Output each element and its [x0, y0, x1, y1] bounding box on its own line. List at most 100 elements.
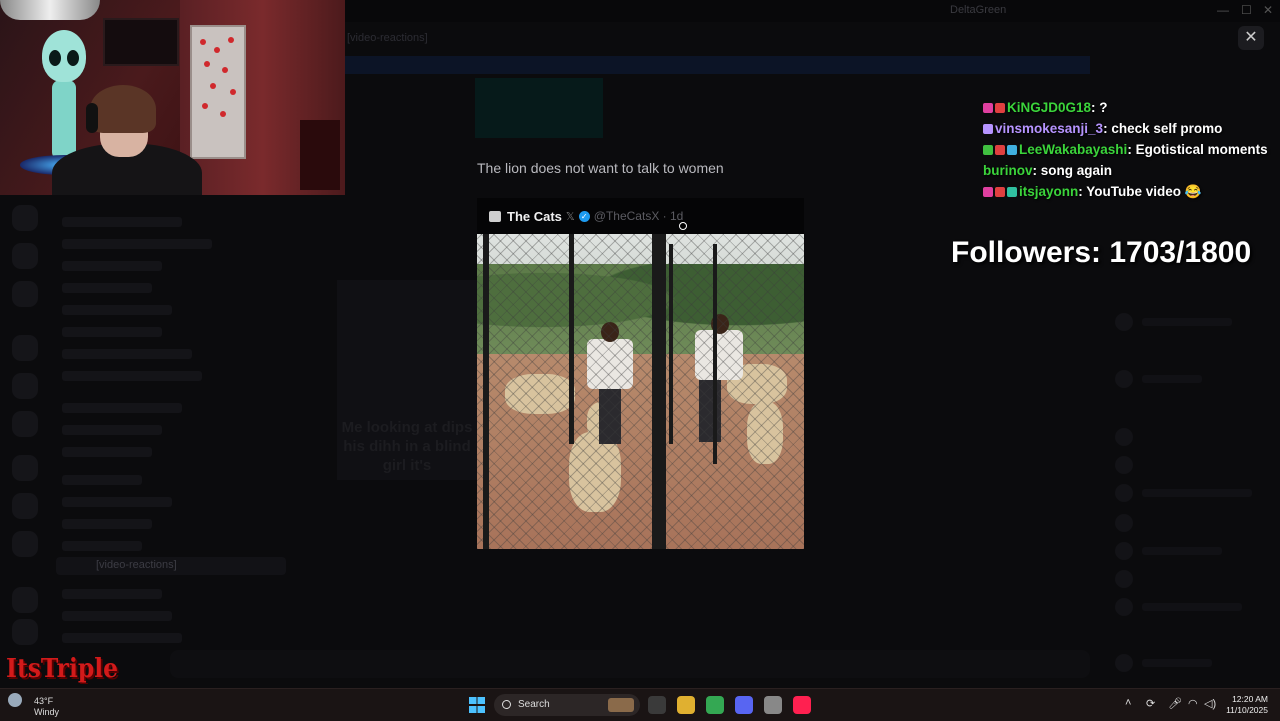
chat-message: burinov: song again — [983, 163, 1113, 178]
member-name[interactable] — [1142, 547, 1222, 555]
chat-message: KiNGJD0G18: ? — [983, 97, 1273, 118]
window-title: DeltaGreen — [950, 4, 1007, 16]
chat-badge-icon — [983, 124, 993, 134]
tiktok-icon[interactable] — [793, 696, 811, 714]
member-avatar[interactable] — [1115, 428, 1133, 446]
member-name[interactable] — [1142, 659, 1212, 667]
verified-icon: ✓ — [578, 210, 590, 222]
channel-item[interactable] — [62, 371, 202, 381]
search-label: Search — [518, 699, 550, 710]
channel-item[interactable] — [62, 283, 152, 293]
channel-item[interactable] — [62, 475, 142, 485]
volume-icon[interactable]: ◁) — [1204, 697, 1216, 710]
weather-temp: 43°F — [34, 696, 54, 706]
server-icon[interactable] — [12, 531, 38, 557]
member-name[interactable] — [1142, 489, 1252, 497]
discord-icon[interactable] — [735, 696, 753, 714]
channel-item[interactable] — [62, 349, 192, 359]
server-icon[interactable] — [12, 335, 38, 361]
channel-item[interactable] — [62, 589, 162, 599]
tweet-header: The Cats 𝕏 ✓ @TheCatsX · 1d — [477, 198, 804, 234]
ceiling-lamp — [0, 0, 100, 20]
member-name[interactable] — [1142, 603, 1242, 611]
member-name[interactable] — [1142, 375, 1202, 383]
server-icon[interactable] — [12, 205, 38, 231]
tweet-author: The Cats — [507, 208, 562, 224]
server-icon[interactable] — [12, 281, 38, 307]
obs-icon[interactable] — [764, 696, 782, 714]
server-icon[interactable] — [12, 411, 38, 437]
system-clock[interactable]: 12:20 AM 11/10/2025 — [1222, 694, 1268, 716]
chat-text: song again — [1040, 163, 1113, 178]
server-icon[interactable] — [12, 493, 38, 519]
task-view-icon[interactable] — [648, 696, 666, 714]
member-avatar[interactable] — [1115, 514, 1133, 532]
lion-enclosure-photo — [477, 234, 804, 549]
channel-name: [video-reactions] — [347, 32, 428, 44]
member-avatar[interactable] — [1115, 313, 1133, 331]
chair — [300, 120, 340, 190]
channel-item[interactable] — [62, 239, 212, 249]
search-highlight-icon — [608, 698, 634, 712]
channel-item[interactable] — [62, 217, 182, 227]
message-composer[interactable] — [170, 650, 1090, 678]
tray-chevron-icon[interactable]: ˄ — [1125, 697, 1131, 709]
taskbar-search[interactable]: Search — [494, 694, 640, 716]
member-avatar[interactable] — [1115, 598, 1133, 616]
channel-item[interactable] — [62, 541, 142, 551]
mouse-cursor — [679, 222, 687, 230]
maximize-icon[interactable]: ☐ — [1241, 3, 1252, 17]
channel-item[interactable] — [62, 305, 172, 315]
channel-item[interactable] — [62, 611, 172, 621]
weather-desc: Windy — [34, 707, 60, 717]
stream-chat-overlay: KiNGJD0G18: ? vinsmokesanji_3: check self… — [983, 97, 1273, 202]
chat-username: LeeWakabayashi — [1019, 142, 1128, 157]
channel-item[interactable] — [62, 447, 152, 457]
member-avatar[interactable] — [1115, 542, 1133, 560]
wall-tv — [103, 18, 179, 66]
server-icon[interactable] — [12, 243, 38, 269]
member-avatar[interactable] — [1115, 370, 1133, 388]
channel-item[interactable] — [62, 403, 182, 413]
member-avatar[interactable] — [1115, 484, 1133, 502]
chat-text: ? — [1099, 100, 1108, 115]
sync-icon[interactable]: ⟳ — [1146, 697, 1155, 710]
member-avatar[interactable] — [1115, 570, 1133, 588]
close-icon: ✕ — [1244, 29, 1258, 46]
window-close-icon[interactable]: ✕ — [1263, 3, 1273, 17]
tweet-handle: @TheCatsX · 1d — [593, 209, 684, 223]
embed-preview — [475, 78, 603, 138]
wifi-icon[interactable]: ◠ — [1188, 697, 1198, 710]
member-avatar[interactable] — [1115, 654, 1133, 672]
chat-username: burinov — [983, 163, 1033, 178]
chat-message: LeeWakabayashi: Egotistical moments — [983, 139, 1273, 160]
channel-item[interactable] — [62, 425, 162, 435]
chat-text: check self promo — [1111, 121, 1223, 136]
channel-item-active[interactable]: [video-reactions] — [56, 557, 286, 575]
follower-goal: Followers: 1703/1800 — [951, 236, 1252, 269]
minimize-icon[interactable]: — — [1217, 3, 1229, 17]
server-icon[interactable] — [12, 619, 38, 645]
server-sidebar — [0, 195, 290, 655]
cat-avatar-icon — [489, 210, 501, 222]
channel-item[interactable] — [62, 519, 152, 529]
file-explorer-icon[interactable] — [677, 696, 695, 714]
channel-item[interactable] — [62, 327, 162, 337]
chat-username: KiNGJD0G18 — [1007, 100, 1092, 115]
channel-item[interactable] — [62, 261, 162, 271]
channel-item[interactable] — [62, 633, 182, 643]
microphone-icon[interactable]: 🎤︎ — [1168, 697, 1182, 710]
close-viewer-button[interactable]: ✕ — [1238, 26, 1264, 50]
windows-start-icon[interactable] — [469, 697, 485, 713]
server-icon[interactable] — [12, 455, 38, 481]
member-name[interactable] — [1142, 318, 1232, 326]
member-avatar[interactable] — [1115, 456, 1133, 474]
server-icon[interactable] — [12, 373, 38, 399]
server-icon[interactable] — [12, 587, 38, 613]
chrome-icon[interactable] — [706, 696, 724, 714]
streamer — [52, 85, 202, 195]
chat-badge-icon — [983, 103, 993, 113]
meme-caption: The lion does not want to talk to women — [477, 160, 724, 176]
weather-widget[interactable]: 43°F Windy — [8, 693, 59, 717]
channel-item[interactable] — [62, 497, 172, 507]
